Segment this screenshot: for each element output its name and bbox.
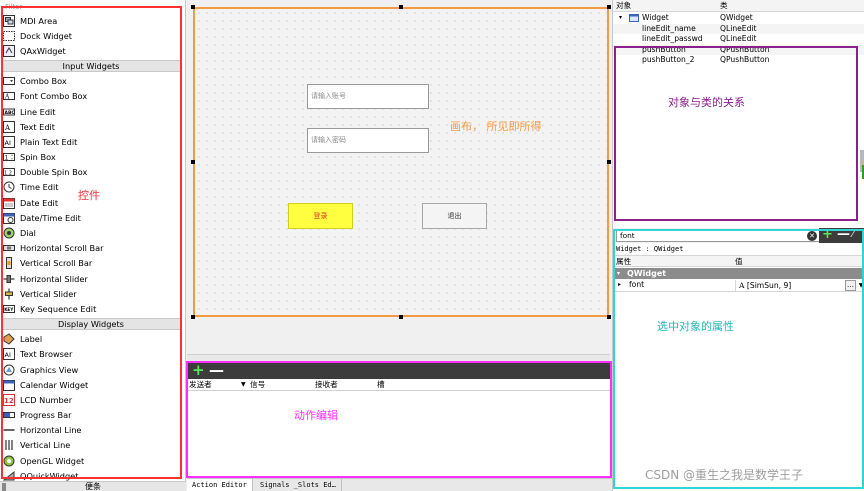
object-name: lineEdit_name (642, 23, 696, 33)
resize-handle-left[interactable] (191, 160, 195, 164)
username-line-edit[interactable]: 请输入账号 (307, 84, 429, 109)
exit-button[interactable]: 退出 (422, 203, 487, 229)
widget-box-scroll-handle[interactable] (2, 483, 6, 491)
action-editor-annotation-label: 动作编辑 (294, 409, 338, 422)
header-object[interactable]: 对象 (616, 0, 631, 12)
login-button[interactable]: 登录 (288, 203, 353, 229)
object-inspector-annotation-box (614, 46, 858, 221)
object-class: QWidget (720, 13, 753, 22)
property-editor-annotation-box (613, 229, 864, 489)
qt-designer-window: Filter MDI Area Dock Widget QAxWidget Input… (0, 0, 864, 491)
chevron-down-icon[interactable]: ▾ (619, 13, 622, 24)
object-row[interactable]: lineEdit_passwd QLineEdit (613, 34, 864, 45)
password-line-edit[interactable]: 请输入密码 (307, 128, 429, 153)
widgets-annotation-box (1, 6, 182, 479)
object-row[interactable]: ▾ Widget QWidget (613, 13, 864, 24)
resize-handle-bottom[interactable] (399, 315, 403, 319)
widgets-annotation-label: 控件 (78, 189, 100, 202)
bottom-tabs: Action Editor Signals _Slots Ed… (187, 478, 612, 491)
canvas-annotation-label: 画布， 所见即所得 (450, 120, 542, 133)
tab-action-editor[interactable]: Action Editor (187, 479, 253, 491)
widget-box-bottom-tab[interactable]: 便条 (0, 481, 186, 491)
form-canvas[interactable] (193, 7, 609, 317)
object-name: Widget (642, 13, 669, 22)
resize-handle-top[interactable] (399, 5, 403, 9)
bottom-tab-label: 便条 (85, 482, 101, 491)
object-inspector-header: 对象 类 (613, 0, 864, 12)
object-class: QLineEdit (720, 23, 757, 33)
property-editor-annotation-label: 选中对象的属性 (657, 320, 734, 333)
tab-signals-slots-editor[interactable]: Signals _Slots Ed… (255, 479, 342, 491)
resize-handle-bottom-right[interactable] (607, 315, 611, 319)
object-inspector-annotation-label: 对象与类的关系 (668, 96, 745, 109)
action-editor-annotation-box (186, 361, 612, 478)
header-class[interactable]: 类 (720, 0, 728, 12)
resize-handle-bottom-left[interactable] (191, 315, 195, 319)
csdn-watermark: CSDN @重生之我是数学王子 (645, 468, 804, 482)
object-row[interactable]: lineEdit_name QLineEdit (613, 23, 864, 34)
resize-handle-top-right[interactable] (607, 5, 611, 9)
resize-handle-top-left[interactable] (191, 5, 195, 9)
object-name: lineEdit_passwd (642, 34, 703, 43)
widget-object-icon (629, 14, 639, 22)
resize-handle-right[interactable] (607, 160, 611, 164)
object-class: QLineEdit (720, 34, 757, 43)
